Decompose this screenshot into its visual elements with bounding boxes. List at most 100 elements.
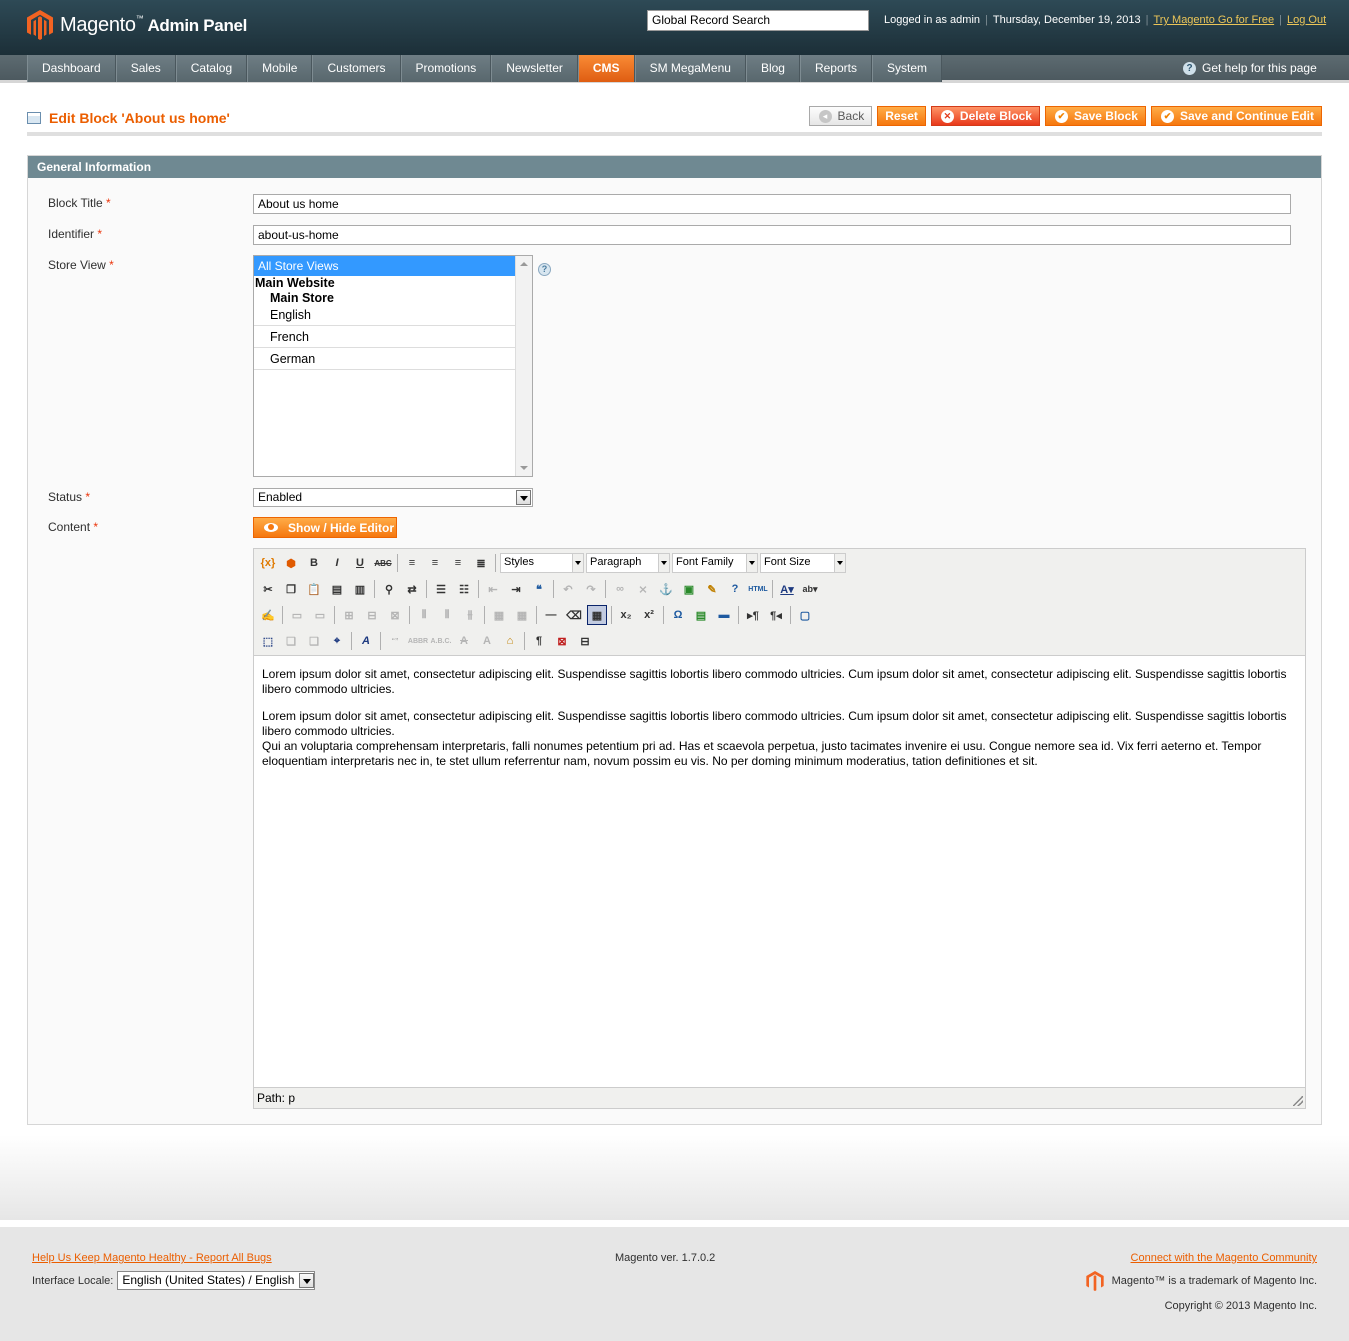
background-color-icon[interactable]: ab▾ xyxy=(800,579,820,599)
copy-icon[interactable]: ❐ xyxy=(281,579,301,599)
align-right-icon[interactable]: ≡ xyxy=(448,553,468,573)
media-icon[interactable]: ▤ xyxy=(691,605,711,625)
row-props-icon[interactable]: ⊠ xyxy=(385,605,405,625)
nav-item-catalog[interactable]: Catalog xyxy=(175,55,248,82)
nav-item-customers[interactable]: Customers xyxy=(312,55,401,82)
magento-logo[interactable]: Magento™ Admin Panel xyxy=(27,10,247,40)
del-icon[interactable]: A xyxy=(454,631,474,651)
help-link[interactable]: ? Get help for this page xyxy=(1183,61,1317,75)
show-hide-editor-button[interactable]: Show / Hide Editor xyxy=(253,517,397,538)
edit-css-icon[interactable]: ✍ xyxy=(258,605,278,625)
attribs-icon[interactable]: ⌂ xyxy=(500,631,520,651)
fullscreen-icon[interactable]: ▢ xyxy=(795,605,815,625)
delete-row-icon[interactable]: ▭ xyxy=(310,605,330,625)
remove-format-icon[interactable]: ⌫ xyxy=(564,605,584,625)
nav-item-mobile[interactable]: Mobile xyxy=(247,55,313,82)
cell-props-icon[interactable]: ▦ xyxy=(512,605,532,625)
logout-link[interactable]: Log Out xyxy=(1287,14,1326,26)
store-view-option-french[interactable]: French xyxy=(254,326,516,348)
anchor-icon[interactable]: ⚓ xyxy=(656,579,676,599)
delete-col-icon[interactable]: ⫵ xyxy=(460,605,480,625)
paragraph-select[interactable]: Paragraph xyxy=(586,553,670,573)
store-view-multiselect[interactable]: All Store Views Main Website Main Store … xyxy=(253,255,533,477)
paste-text-icon[interactable]: ▤ xyxy=(327,579,347,599)
styles-select[interactable]: Styles xyxy=(500,553,584,573)
text-color-icon[interactable]: A▾ xyxy=(777,579,797,599)
undo-icon[interactable]: ↶ xyxy=(558,579,578,599)
save-block-button[interactable]: ✔ Save Block xyxy=(1044,106,1146,126)
absolute-icon[interactable]: ⌖ xyxy=(327,631,347,651)
nav-item-reports[interactable]: Reports xyxy=(799,55,872,82)
italic-icon[interactable]: I xyxy=(327,553,347,573)
superscript-icon[interactable]: x² xyxy=(639,605,659,625)
store-view-scrollbar[interactable] xyxy=(515,256,532,476)
paste-word-icon[interactable]: ▥ xyxy=(350,579,370,599)
nav-item-sales[interactable]: Sales xyxy=(115,55,176,82)
advanced-hr-icon[interactable]: ▬ xyxy=(714,605,734,625)
abbr-icon[interactable]: ABBR xyxy=(408,631,428,651)
visual-aid-icon[interactable]: ▦ xyxy=(587,605,607,625)
blockquote-icon[interactable]: ❝ xyxy=(529,579,549,599)
editor-content-area[interactable]: Lorem ipsum dolor sit amet, consectetur … xyxy=(254,655,1305,1087)
back-button[interactable]: ◂ Back xyxy=(808,106,873,126)
link-icon[interactable]: ∞ xyxy=(610,579,630,599)
redo-icon[interactable]: ↷ xyxy=(581,579,601,599)
merge-cells-icon[interactable]: ⊟ xyxy=(362,605,382,625)
styleprops-icon[interactable]: A xyxy=(356,631,376,651)
table-props-icon[interactable]: ▦ xyxy=(489,605,509,625)
strikethrough-icon[interactable]: ABC xyxy=(373,553,393,573)
move-backward-icon[interactable]: ❏ xyxy=(304,631,324,651)
indent-icon[interactable]: ⇥ xyxy=(506,579,526,599)
bullet-list-icon[interactable]: ☰ xyxy=(431,579,451,599)
nav-item-newsletter[interactable]: Newsletter xyxy=(491,55,578,82)
identifier-input[interactable]: about-us-home xyxy=(253,225,1291,245)
replace-icon[interactable]: ⇄ xyxy=(402,579,422,599)
nav-item-cms[interactable]: CMS xyxy=(577,55,635,82)
store-view-option-german[interactable]: German xyxy=(254,348,516,370)
image-icon[interactable]: ▣ xyxy=(679,579,699,599)
nav-item-promotions[interactable]: Promotions xyxy=(400,55,492,82)
move-forward-icon[interactable]: ❏ xyxy=(281,631,301,651)
community-link[interactable]: Connect with the Magento Community xyxy=(1131,1252,1317,1264)
locale-select[interactable]: English (United States) / English xyxy=(117,1271,316,1290)
insert-row-before-icon[interactable]: ▭ xyxy=(287,605,307,625)
global-search-input[interactable]: Global Record Search xyxy=(647,10,869,31)
font-size-select[interactable]: Font Size xyxy=(760,553,846,573)
nav-item-blog[interactable]: Blog xyxy=(745,55,800,82)
align-justify-icon[interactable]: ≣ xyxy=(471,553,491,573)
outdent-icon[interactable]: ⇤ xyxy=(483,579,503,599)
delete-block-button[interactable]: ✕ Delete Block xyxy=(930,106,1040,126)
html-source-icon[interactable]: HTML xyxy=(748,579,768,599)
paste-icon[interactable]: 📋 xyxy=(304,579,324,599)
nav-item-dashboard[interactable]: Dashboard xyxy=(27,55,116,82)
insert-layer-icon[interactable]: ⬚ xyxy=(258,631,278,651)
unlink-icon[interactable]: ⨯ xyxy=(633,579,653,599)
reset-button[interactable]: Reset xyxy=(877,106,926,126)
pagebreak-icon[interactable]: ⊟ xyxy=(575,631,595,651)
find-icon[interactable]: ⚲ xyxy=(379,579,399,599)
nav-item-system[interactable]: System xyxy=(872,55,943,82)
help-editor-icon[interactable]: ? xyxy=(725,579,745,599)
block-title-input[interactable]: About us home xyxy=(253,194,1291,214)
store-view-option-all[interactable]: All Store Views xyxy=(254,256,516,276)
rtl-icon[interactable]: ¶◂ xyxy=(766,605,786,625)
ltr-icon[interactable]: ▸¶ xyxy=(743,605,763,625)
align-center-icon[interactable]: ≡ xyxy=(425,553,445,573)
resize-handle-icon[interactable] xyxy=(1293,1096,1303,1106)
numbered-list-icon[interactable]: ☷ xyxy=(454,579,474,599)
report-bugs-link[interactable]: Help Us Keep Magento Healthy - Report Al… xyxy=(32,1252,272,1264)
store-view-option-english[interactable]: English xyxy=(254,306,516,326)
insert-widget-icon[interactable]: ⬢ xyxy=(281,553,301,573)
col-after-icon[interactable]: ⫴ xyxy=(437,605,457,625)
font-family-select[interactable]: Font Family xyxy=(672,553,758,573)
cite-icon[interactable]: “” xyxy=(385,631,405,651)
question-icon[interactable]: ? xyxy=(538,263,551,276)
try-magento-go-link[interactable]: Try Magento Go for Free xyxy=(1154,14,1275,26)
nav-item-sm-megamenu[interactable]: SM MegaMenu xyxy=(634,55,746,82)
ins-icon[interactable]: A xyxy=(477,631,497,651)
insert-variable-icon[interactable]: {x} xyxy=(258,553,278,573)
cleanup-icon[interactable]: ✎ xyxy=(702,579,722,599)
nonbreaking-icon[interactable]: ⊠ xyxy=(552,631,572,651)
visualchars-icon[interactable]: ¶ xyxy=(529,631,549,651)
split-cells-icon[interactable]: ⊞ xyxy=(339,605,359,625)
